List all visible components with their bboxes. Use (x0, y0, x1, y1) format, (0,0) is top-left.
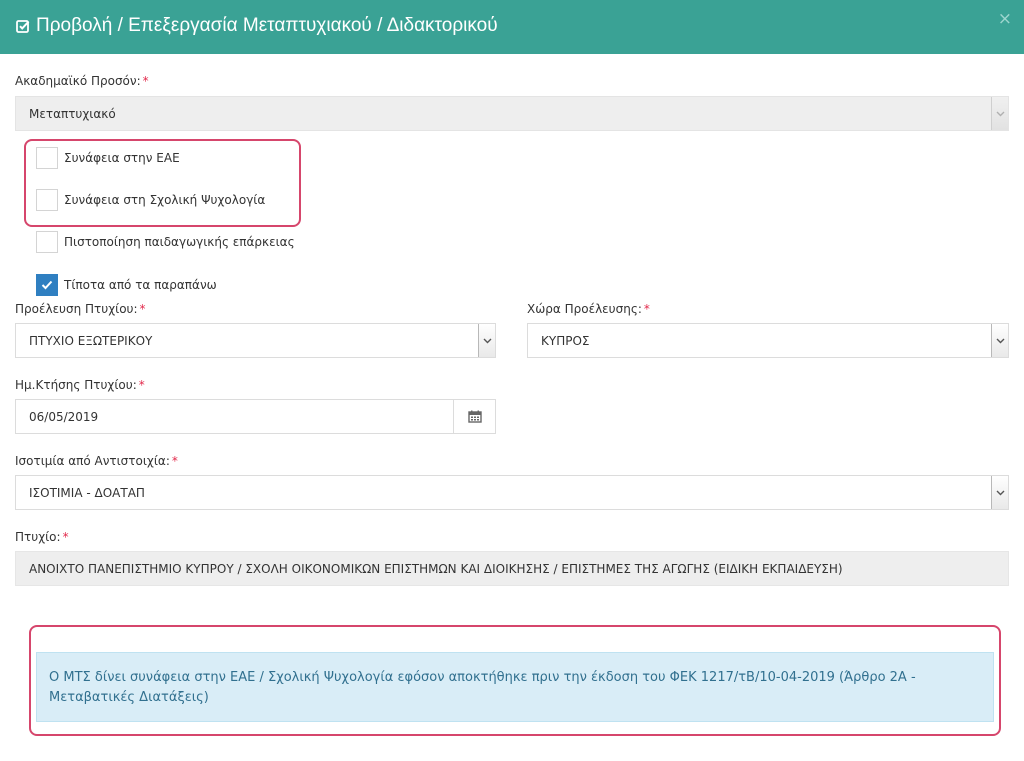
acquisition-date-input[interactable]: 06/05/2019 (15, 399, 454, 434)
equivalence-label: Ισοτιμία από Αντιστοιχία: * (15, 454, 178, 468)
academic-qualification-select[interactable]: Μεταπτυχιακό (15, 96, 1009, 131)
calendar-button[interactable] (453, 399, 496, 434)
equivalence-select[interactable]: ΙΣΟΤΙΜΙΑ - ΔΟΑΤΑΠ (15, 475, 1009, 510)
checkbox-relevance-eae[interactable]: Συνάφεια στην ΕΑΕ (36, 147, 180, 169)
country-origin-value: ΚΥΠΡΟΣ (541, 334, 590, 348)
required-mark: * (138, 378, 145, 392)
country-origin-label-text: Χώρα Προέλευσης: (527, 302, 642, 316)
checkbox-none-of-the-above[interactable]: Τίποτα από τα παραπάνω (36, 274, 217, 296)
required-mark: * (643, 302, 650, 316)
checkbox-box-checked[interactable] (36, 274, 58, 296)
degree-value: ΑΝΟΙΧΤΟ ΠΑΝΕΠΙΣΤΗΜΙΟ ΚΥΠΡΟΥ / ΣΧΟΛΗ ΟΙΚΟ… (29, 562, 843, 576)
checkbox-label: Πιστοποίηση παιδαγωγικής επάρκειας (64, 235, 295, 249)
equivalence-label-text: Ισοτιμία από Αντιστοιχία: (15, 454, 170, 468)
close-icon[interactable]: × (998, 9, 1012, 29)
checkbox-label: Τίποτα από τα παραπάνω (64, 278, 217, 292)
degree-label-text: Πτυχίο: (15, 530, 61, 544)
required-mark: * (62, 530, 69, 544)
degree-origin-value: ΠΤΥΧΙΟ ΕΞΩΤΕΡΙΚΟΥ (29, 334, 153, 348)
checkbox-pedagogical-certification[interactable]: Πιστοποίηση παιδαγωγικής επάρκειας (36, 231, 295, 253)
country-origin-label: Χώρα Προέλευσης: * (527, 302, 650, 316)
chevron-down-icon[interactable] (478, 324, 495, 357)
acquisition-date-label-text: Ημ.Κτήσης Πτυχίου: (15, 378, 137, 392)
chevron-down-icon[interactable] (991, 476, 1008, 509)
edit-check-icon (16, 19, 30, 33)
modal-title: Προβολή / Επεξεργασία Μεταπτυχιακού / Δι… (36, 15, 498, 36)
required-mark: * (139, 302, 146, 316)
chevron-down-icon[interactable] (991, 324, 1008, 357)
modal-title-wrap: Προβολή / Επεξεργασία Μεταπτυχιακού / Δι… (16, 15, 498, 37)
acquisition-date-label: Ημ.Κτήσης Πτυχίου: * (15, 378, 145, 392)
acquisition-date-value: 06/05/2019 (29, 410, 99, 424)
checkmark-icon (41, 280, 53, 290)
info-alert: Ο ΜΤΣ δίνει συνάφεια στην ΕΑΕ / Σχολική … (36, 652, 994, 722)
calendar-icon (467, 410, 482, 423)
degree-label: Πτυχίο: * (15, 530, 69, 544)
country-origin-select[interactable]: ΚΥΠΡΟΣ (527, 323, 1009, 358)
degree-field: ΑΝΟΙΧΤΟ ΠΑΝΕΠΙΣΤΗΜΙΟ ΚΥΠΡΟΥ / ΣΧΟΛΗ ΟΙΚΟ… (15, 551, 1009, 586)
checkbox-relevance-school-psychology[interactable]: Συνάφεια στη Σχολική Ψυχολογία (36, 189, 265, 211)
academic-qualification-value: Μεταπτυχιακό (29, 107, 116, 121)
checkbox-box[interactable] (36, 231, 58, 253)
academic-qualification-label: Ακαδημαϊκό Προσόν: * (15, 74, 149, 88)
checkbox-box[interactable] (36, 189, 58, 211)
degree-origin-label-text: Προέλευση Πτυχίου: (15, 302, 138, 316)
required-mark: * (142, 74, 149, 88)
chevron-down-icon (991, 97, 1008, 130)
degree-origin-select[interactable]: ΠΤΥΧΙΟ ΕΞΩΤΕΡΙΚΟΥ (15, 323, 496, 358)
equivalence-value: ΙΣΟΤΙΜΙΑ - ΔΟΑΤΑΠ (29, 486, 145, 500)
modal-header: Προβολή / Επεξεργασία Μεταπτυχιακού / Δι… (0, 0, 1024, 54)
checkbox-label: Συνάφεια στην ΕΑΕ (64, 151, 180, 165)
checkbox-label: Συνάφεια στη Σχολική Ψυχολογία (64, 193, 266, 207)
checkbox-box[interactable] (36, 147, 58, 169)
degree-origin-label: Προέλευση Πτυχίου: * (15, 302, 146, 316)
required-mark: * (171, 454, 178, 468)
academic-qualification-label-text: Ακαδημαϊκό Προσόν: (15, 74, 141, 88)
